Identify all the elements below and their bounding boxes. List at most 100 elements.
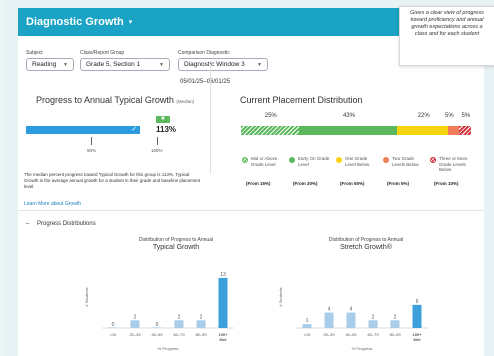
progress-value: 113% [156, 125, 177, 134]
legend-dot-icon [336, 157, 342, 163]
typical-growth-chart: # Students 0 <19 2 20–39 0 40–59 2 60–79 2 80–99 13… [84, 272, 234, 351]
placement-percent: 5% [461, 113, 471, 119]
x-tick-label: <19 [110, 332, 118, 337]
placement-segment [241, 126, 299, 135]
date-range: 05/01/25–06/01/25 [180, 79, 231, 85]
legend-item: One Grade Level Below [336, 156, 378, 167]
legend-from-value: (From 5%) [387, 181, 410, 186]
learn-more-link[interactable]: Learn More about Growth [24, 201, 81, 207]
x-tick-label: 60–79 [173, 332, 185, 337]
legend-dot-icon [242, 157, 248, 163]
tick-label: 100% [151, 148, 163, 153]
class-group-select[interactable]: Grade 5, Section 1 ▼ [80, 58, 170, 71]
class-group-filter: Class/Report Group Grade 5, Section 1 ▼ [80, 50, 170, 71]
tick-mark [91, 137, 92, 145]
progress-title-text: Progress to Annual Typical Growth [36, 95, 174, 105]
legend-label: One Grade Level Below [345, 156, 370, 167]
x-axis-label: % Progress [352, 346, 373, 351]
progress-title: Progress to Annual Typical Growth (Media… [36, 95, 194, 105]
x-tick-label: 40–59 [345, 332, 357, 337]
class-group-value: Grade 5, Section 1 [86, 61, 141, 68]
bar-value-label: 4 [350, 307, 353, 313]
placement-percent: 22% [417, 113, 430, 119]
bar [390, 320, 400, 328]
bar-value-label: 1 [306, 318, 309, 324]
bar-value-label: 2 [178, 314, 181, 320]
chevron-down-icon: ▼ [159, 61, 164, 68]
bar-value-label: 2 [200, 314, 203, 320]
bar [368, 320, 378, 328]
stretch-growth-chart: # Students1<19420–39440–59260–79280–9961… [278, 287, 428, 351]
bar-value-label: 2 [372, 314, 375, 320]
comparison-label: Comparison Diagnostic [178, 50, 230, 56]
bar [218, 277, 228, 328]
bar-value-label: 2 [134, 314, 137, 320]
bar [196, 320, 206, 328]
chevron-down-icon: ▼ [63, 61, 68, 68]
check-icon: ✓ [131, 126, 138, 133]
progress-note: The median percent progress toward Typic… [24, 172, 201, 189]
info-callout: Gives a clear view of progress toward pr… [399, 6, 494, 66]
placement-segment [397, 126, 448, 135]
legend-from-value: (From 50%) [340, 181, 365, 186]
legend-dot-icon [383, 157, 389, 163]
x-tick-label: 80–99 [195, 332, 207, 337]
comparison-filter: Comparison Diagnostic Diagnostic Window … [178, 50, 268, 71]
x-tick-label: Met [414, 337, 422, 342]
typical-chart-subtitle: Typical Growth [152, 244, 200, 251]
bar [130, 320, 140, 328]
y-axis-label: # Students [278, 287, 283, 306]
legend-label: Three or More Grade Levels Below [439, 156, 468, 172]
typical-chart-title-text: Distribution of Progress to Annual [138, 237, 214, 243]
progress-distributions-toggle[interactable]: – Progress Distributions [26, 221, 96, 227]
subject-select[interactable]: Reading ▼ [26, 58, 74, 71]
class-group-label: Class/Report Group [80, 50, 125, 56]
x-tick-label: Met [220, 337, 228, 342]
x-tick-label: <19 [304, 332, 312, 337]
x-axis-label: % Progress [158, 346, 179, 351]
progress-bar: ✓ [26, 126, 156, 134]
tick-label: 50% [87, 148, 97, 153]
bar [346, 312, 356, 328]
y-axis-label: # Students [84, 287, 89, 306]
legend-from-value: (From 10%) [434, 181, 459, 186]
page: Diagnostic Growth ▾ Subject Reading ▼ Cl… [4, 0, 494, 356]
bar-value-label: 0 [156, 322, 159, 328]
legend-item: Early On Grade Level [289, 156, 331, 167]
chevron-down-icon: ▼ [257, 61, 262, 68]
x-tick-label: 40–59 [151, 332, 163, 337]
bar-value-label: 2 [394, 314, 397, 320]
legend-item: Mid or Above Grade Level [242, 156, 284, 167]
bar [324, 312, 334, 328]
bar [302, 324, 312, 328]
legend-item: Two Grade Levels Below [383, 156, 425, 167]
progress-bar-fill: ✓ [26, 126, 141, 134]
placement-segment [459, 126, 471, 135]
legend-label: Early On Grade Level [298, 156, 330, 167]
placement-bar [241, 126, 471, 135]
legend-dot-icon [289, 157, 295, 163]
bar [174, 320, 184, 328]
placement-title: Current Placement Distribution [240, 95, 363, 105]
x-tick-label: 20–39 [129, 332, 141, 337]
stretch-chart-title: Distribution of Progress to Annual Stret… [286, 237, 446, 251]
placement-percent: 25% [264, 113, 277, 119]
subject-label: Subject [26, 50, 43, 56]
bar-value-label: 6 [416, 299, 419, 305]
legend-label: Mid or Above Grade Level [251, 156, 278, 167]
legend-from-value: (From 15%) [246, 181, 271, 186]
x-tick-label: 60–79 [367, 332, 379, 337]
placement-percent: 5% [445, 113, 454, 119]
comparison-select[interactable]: Diagnostic Window 3 ▼ [178, 58, 268, 71]
legend-item: Three or More Grade Levels Below [430, 156, 472, 173]
collapse-icon: – [26, 221, 30, 227]
bar [412, 304, 422, 328]
bar-value-label: 4 [328, 307, 331, 313]
star-icon: ★ [156, 116, 170, 123]
tick-mark [157, 137, 158, 145]
x-tick-label: 20–39 [323, 332, 335, 337]
report-title-dropdown-icon[interactable]: ▾ [129, 18, 133, 26]
progress-title-suffix: (Median) [176, 99, 195, 104]
placement-percent: 43% [342, 113, 355, 119]
report-title[interactable]: Diagnostic Growth [26, 16, 124, 28]
